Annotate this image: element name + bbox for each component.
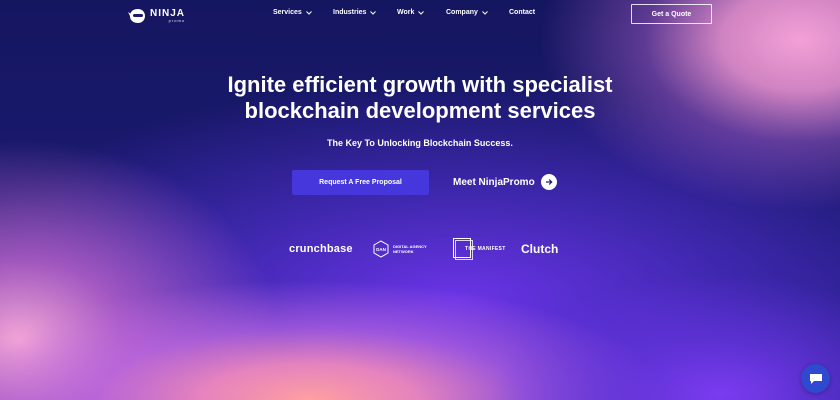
nav-work-label: Work: [397, 9, 415, 16]
chat-widget-button[interactable]: [801, 364, 830, 393]
meet-ninjapromo-label: Meet NinjaPromo: [453, 176, 535, 188]
chat-bubble-icon: [809, 373, 822, 384]
hero-subtitle: The Key To Unlocking Blockchain Success.: [327, 138, 513, 148]
nav-services[interactable]: Services: [273, 9, 312, 16]
nav-company[interactable]: Company: [446, 9, 488, 16]
the-manifest-logo: THE MANIFEST: [453, 238, 506, 260]
nav-work[interactable]: Work: [397, 9, 425, 16]
clutch-logo: Clutch: [521, 242, 559, 256]
crunchbase-logo: crunchbase: [289, 243, 353, 255]
hero-title: Ignite efficient growth with specialist …: [170, 72, 670, 124]
dan-mark-text: DAN: [376, 247, 386, 252]
arrow-right-icon: [540, 174, 557, 190]
nav-company-label: Company: [446, 9, 478, 16]
manifest-label: THE MANIFEST: [465, 246, 506, 252]
meet-ninjapromo-link[interactable]: Meet NinjaPromo: [453, 173, 557, 191]
logo-subtext: promo: [168, 18, 186, 23]
nav-services-label: Services: [273, 9, 302, 16]
nav-industries[interactable]: Industries: [333, 9, 377, 16]
get-a-quote-button[interactable]: Get a Quote: [631, 4, 712, 24]
ninja-head-icon: [128, 9, 145, 23]
ninjapromo-logo[interactable]: NINJA promo: [128, 6, 188, 26]
dan-logo: DAN DIGITAL AGENCY NETWORK: [373, 240, 427, 258]
dan-hexagon-icon: DAN: [373, 240, 389, 258]
request-proposal-button[interactable]: Request A Free Proposal: [292, 170, 429, 195]
chevron-down-icon: [305, 10, 312, 15]
hero-title-line-1: Ignite efficient growth with specialist: [227, 72, 613, 97]
nav-contact[interactable]: Contact: [509, 9, 535, 16]
chevron-down-icon: [418, 10, 425, 15]
nav-contact-label: Contact: [509, 9, 536, 16]
hero-background: [0, 0, 840, 400]
hero-title-line-2: blockchain development services: [244, 98, 596, 123]
chevron-down-icon: [370, 10, 377, 15]
dan-line-2: NETWORK: [393, 249, 414, 254]
nav-industries-label: Industries: [333, 9, 367, 16]
chevron-down-icon: [482, 10, 488, 15]
